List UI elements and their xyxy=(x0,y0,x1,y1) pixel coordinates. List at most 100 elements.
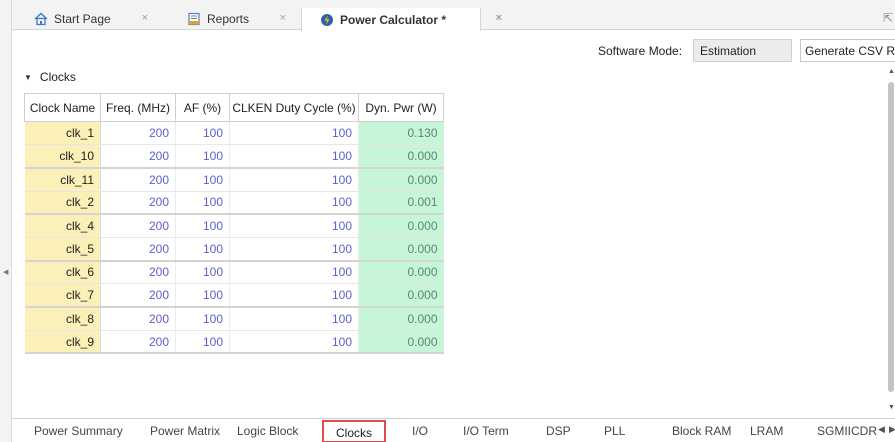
column-header-dyn-pwr[interactable]: Dyn. Pwr (W) xyxy=(358,93,444,122)
clock-name-cell[interactable]: clk_9 xyxy=(24,330,101,355)
clken-duty-cell[interactable]: 100 xyxy=(229,121,359,146)
clken-duty-cell[interactable]: 100 xyxy=(229,144,359,169)
clock-name-cell[interactable]: clk_2 xyxy=(24,191,101,216)
clken-duty-cell[interactable]: 100 xyxy=(229,167,359,192)
column-header-clken-duty[interactable]: CLKEN Duty Cycle (%) xyxy=(229,93,359,122)
clken-duty-cell[interactable]: 100 xyxy=(229,307,359,331)
clken-duty-cell[interactable]: 100 xyxy=(229,237,359,262)
freq-cell[interactable]: 200 xyxy=(100,237,176,262)
popout-icon[interactable]: ⇱ xyxy=(883,11,893,25)
af-cell[interactable]: 100 xyxy=(175,330,230,355)
sheet-tab-power-matrix[interactable]: Power Matrix xyxy=(150,424,220,438)
document-tab-bar: Start Page × Reports × Power Calculator … xyxy=(12,0,895,31)
tab-scroll-left-icon[interactable]: ◀ xyxy=(878,424,885,435)
tab-reports[interactable]: Reports × xyxy=(169,8,294,30)
freq-cell[interactable]: 200 xyxy=(100,191,176,216)
collapse-left-icon[interactable]: ◀ xyxy=(3,268,8,276)
clocks-section-header[interactable]: ▼ Clocks xyxy=(24,70,76,84)
clock-name-cell[interactable]: clk_5 xyxy=(24,237,101,262)
sheet-tab-clocks[interactable]: Clocks xyxy=(322,420,387,442)
af-cell[interactable]: 100 xyxy=(175,144,230,169)
tab-start-page[interactable]: Start Page × xyxy=(16,8,156,30)
dyn-pwr-cell: 0.000 xyxy=(358,214,444,238)
close-icon[interactable]: × xyxy=(280,12,286,24)
table-row: clk_5 200 100 100 0.000 xyxy=(24,237,444,262)
sheet-tab-block-ram[interactable]: Block RAM xyxy=(672,424,731,438)
column-header-freq[interactable]: Freq. (MHz) xyxy=(100,93,176,122)
tab-scroll-right-icon[interactable]: ▶ xyxy=(889,424,895,435)
table-row: clk_11 200 100 100 0.000 xyxy=(24,167,444,192)
left-collapse-strip[interactable]: ◀ xyxy=(0,0,12,442)
af-cell[interactable]: 100 xyxy=(175,260,230,285)
sheet-tab-pll[interactable]: PLL xyxy=(604,424,625,438)
freq-cell[interactable]: 200 xyxy=(100,214,176,238)
freq-cell[interactable]: 200 xyxy=(100,121,176,146)
clken-duty-cell[interactable]: 100 xyxy=(229,191,359,216)
table-row: clk_10 200 100 100 0.000 xyxy=(24,144,444,169)
af-cell[interactable]: 100 xyxy=(175,237,230,262)
table-row: clk_9 200 100 100 0.000 xyxy=(24,330,444,355)
dyn-pwr-cell: 0.000 xyxy=(358,330,444,355)
tab-power-calculator[interactable]: Power Calculator * × xyxy=(301,8,502,31)
sheet-tab-dsp[interactable]: DSP xyxy=(546,424,571,438)
dyn-pwr-cell: 0.000 xyxy=(358,237,444,262)
freq-cell[interactable]: 200 xyxy=(100,307,176,331)
software-mode-field[interactable]: Estimation xyxy=(693,39,792,62)
column-header-af[interactable]: AF (%) xyxy=(175,93,230,122)
scroll-down-icon[interactable]: ▼ xyxy=(888,404,895,411)
dyn-pwr-cell: 0.000 xyxy=(358,167,444,192)
close-icon[interactable]: × xyxy=(142,12,148,24)
freq-cell[interactable]: 200 xyxy=(100,283,176,309)
table-row: clk_6 200 100 100 0.000 xyxy=(24,260,444,285)
sheet-tab-sgmiicdr[interactable]: SGMIICDR xyxy=(817,424,877,438)
af-cell[interactable]: 100 xyxy=(175,121,230,146)
clken-duty-cell[interactable]: 100 xyxy=(229,283,359,309)
clock-name-cell[interactable]: clk_4 xyxy=(24,214,101,238)
dyn-pwr-cell: 0.000 xyxy=(358,283,444,309)
clken-duty-cell[interactable]: 100 xyxy=(229,260,359,285)
clock-name-cell[interactable]: clk_7 xyxy=(24,283,101,309)
scroll-up-icon[interactable]: ▲ xyxy=(888,68,895,75)
clock-name-cell[interactable]: clk_1 xyxy=(24,121,101,146)
dyn-pwr-cell: 0.000 xyxy=(358,260,444,285)
clock-name-cell[interactable]: clk_11 xyxy=(24,167,101,192)
collapse-caret-icon[interactable]: ▼ xyxy=(24,73,32,82)
table-row: clk_7 200 100 100 0.000 xyxy=(24,283,444,309)
clock-name-cell[interactable]: clk_10 xyxy=(24,144,101,169)
sheet-tab-logic-block[interactable]: Logic Block xyxy=(237,424,298,438)
generate-csv-report-button[interactable]: Generate CSV Report xyxy=(800,39,895,62)
calculator-toolbar: Software Mode: Estimation Generate CSV R… xyxy=(12,38,895,64)
dyn-pwr-cell: 0.130 xyxy=(358,121,444,146)
clock-name-cell[interactable]: clk_6 xyxy=(24,260,101,285)
clken-duty-cell[interactable]: 100 xyxy=(229,214,359,238)
af-cell[interactable]: 100 xyxy=(175,214,230,238)
scrollbar-thumb[interactable] xyxy=(888,82,894,392)
dyn-pwr-cell: 0.000 xyxy=(358,144,444,169)
clken-duty-cell[interactable]: 100 xyxy=(229,330,359,355)
af-cell[interactable]: 100 xyxy=(175,307,230,331)
table-row: clk_4 200 100 100 0.000 xyxy=(24,214,444,238)
sheet-tab-lram[interactable]: LRAM xyxy=(750,424,783,438)
table-row: clk_8 200 100 100 0.000 xyxy=(24,307,444,331)
power-calculator-icon xyxy=(320,13,334,27)
close-icon[interactable]: × xyxy=(496,12,502,24)
af-cell[interactable]: 100 xyxy=(175,167,230,192)
sheet-tab-io-term[interactable]: I/O Term xyxy=(463,424,509,438)
dyn-pwr-cell: 0.001 xyxy=(358,191,444,216)
tab-label: Reports xyxy=(207,12,250,26)
sheet-tab-power-summary[interactable]: Power Summary xyxy=(34,424,123,438)
sheet-tab-bar: Power Summary Power Matrix Logic Block C… xyxy=(12,418,895,442)
clock-name-cell[interactable]: clk_8 xyxy=(24,307,101,331)
af-cell[interactable]: 100 xyxy=(175,283,230,309)
af-cell[interactable]: 100 xyxy=(175,191,230,216)
freq-cell[interactable]: 200 xyxy=(100,260,176,285)
freq-cell[interactable]: 200 xyxy=(100,144,176,169)
software-mode-label: Software Mode: xyxy=(598,44,683,58)
column-header-clock-name[interactable]: Clock Name xyxy=(24,93,101,122)
freq-cell[interactable]: 200 xyxy=(100,167,176,192)
sheet-tab-io[interactable]: I/O xyxy=(412,424,428,438)
table-header-row: Clock Name Freq. (MHz) AF (%) CLKEN Duty… xyxy=(24,93,444,122)
vertical-scrollbar[interactable]: ▲ ▼ xyxy=(887,64,895,416)
freq-cell[interactable]: 200 xyxy=(100,330,176,355)
section-title: Clocks xyxy=(39,70,76,84)
